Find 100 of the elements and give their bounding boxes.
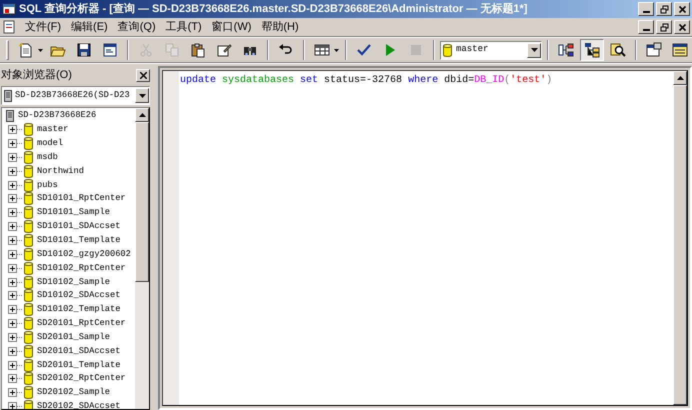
expand-toggle[interactable] <box>8 152 17 162</box>
tree-item[interactable]: SD10101_Template <box>37 234 120 248</box>
close-icon <box>678 22 686 32</box>
database-icon <box>24 317 33 330</box>
database-icon <box>24 137 33 150</box>
database-icon <box>24 289 33 302</box>
database-icon <box>24 220 33 234</box>
expand-toggle[interactable] <box>8 305 17 314</box>
menu-item[interactable]: 帮助(H) <box>256 18 304 36</box>
tree-item[interactable]: SD10101_SDAccset <box>37 220 120 234</box>
database-dropdown[interactable]: master <box>440 40 542 60</box>
server-icon <box>4 90 12 102</box>
database-icon <box>24 123 33 136</box>
tree-item[interactable]: model <box>37 137 64 150</box>
expand-toggle[interactable] <box>8 208 17 218</box>
menu-item[interactable]: 编辑(E) <box>66 18 113 36</box>
grid-icon <box>314 42 330 58</box>
minimize-button[interactable] <box>638 20 654 34</box>
expand-toggle[interactable] <box>8 236 17 246</box>
tree-item[interactable]: msdb <box>37 150 58 164</box>
restore-button[interactable] <box>656 20 672 34</box>
minimize-icon <box>642 11 650 13</box>
tree-item[interactable]: SD20101_Sample <box>37 330 110 344</box>
tree-item[interactable]: SD10101_RptCenter <box>37 192 126 206</box>
new-document-icon <box>18 42 34 58</box>
database-icon <box>24 372 33 386</box>
expand-toggle[interactable] <box>8 346 17 356</box>
tree-item[interactable]: SD20101_SDAccset <box>37 344 120 358</box>
tree-item[interactable]: SD-D23B73668E26 <box>18 109 96 122</box>
database-icon <box>24 344 33 358</box>
tree-item[interactable]: SD20102_SDAccset <box>37 400 120 409</box>
expand-toggle[interactable] <box>8 388 17 398</box>
database-icon <box>24 164 33 178</box>
expand-toggle[interactable] <box>8 319 17 328</box>
window-title: SQL 查询分析器 - [查询 — SD-D23B73668E26.master.SD-D23B73668E26\Administrator — 无标题1*] <box>19 2 528 17</box>
tree-item[interactable]: SD10102_RptCenter <box>37 262 126 275</box>
close-button[interactable] <box>674 20 690 34</box>
server-combo[interactable]: SD-D23B73668E26(SD-D23 <box>1 86 150 105</box>
expand-toggle[interactable] <box>8 360 17 370</box>
expand-toggle[interactable] <box>8 264 17 273</box>
database-icon <box>24 206 33 220</box>
tree-item[interactable]: SD10102_gzgy200602 <box>37 248 131 261</box>
copy-icon <box>164 42 180 58</box>
database-icon <box>24 192 33 206</box>
database-icon <box>24 276 33 289</box>
menu-item[interactable]: 查询(Q) <box>112 18 161 36</box>
tree-icon <box>584 42 600 58</box>
expand-toggle[interactable] <box>8 402 17 409</box>
tree-item[interactable]: SD10101_Sample <box>37 206 110 220</box>
minimize-button[interactable] <box>638 2 654 16</box>
expand-toggle[interactable] <box>8 166 17 176</box>
expand-toggle[interactable] <box>8 250 17 259</box>
expand-toggle[interactable] <box>8 125 17 134</box>
clipboard-icon <box>190 42 206 58</box>
tree-item[interactable]: SD20101_Template <box>37 358 120 372</box>
scrollbar[interactable] <box>135 108 149 409</box>
tree-item[interactable]: pubs <box>37 178 58 192</box>
diagram-icon <box>558 42 574 58</box>
tree-item[interactable]: SD20102_RptCenter <box>37 372 126 386</box>
expand-toggle[interactable] <box>8 180 17 190</box>
expand-toggle[interactable] <box>8 222 17 232</box>
tree-item[interactable]: SD10102_Template <box>37 303 120 316</box>
expand-toggle[interactable] <box>8 139 17 148</box>
menu-item[interactable]: 文件(F) <box>20 18 66 36</box>
database-icon <box>24 248 33 261</box>
restore-button[interactable] <box>656 2 672 16</box>
caret-icon <box>334 48 339 52</box>
database-icon <box>24 150 33 164</box>
close-icon <box>678 4 686 14</box>
caret-icon <box>38 48 43 52</box>
expand-toggle[interactable] <box>8 332 17 342</box>
tree-button[interactable] <box>580 39 604 61</box>
tree-item[interactable]: SD10102_SDAccset <box>37 289 120 302</box>
menu-item[interactable]: 窗口(W) <box>206 18 256 36</box>
document-icon <box>2 20 16 34</box>
database-icon <box>24 234 33 248</box>
database-icon <box>24 303 33 316</box>
window-icon <box>102 42 118 58</box>
close-icon <box>140 72 146 78</box>
expand-toggle[interactable] <box>8 278 17 287</box>
tree-item[interactable]: master <box>37 123 68 136</box>
expand-toggle[interactable] <box>8 291 17 300</box>
tree-item[interactable]: SD20101_RptCenter <box>37 317 126 330</box>
panel-title: 对象浏览器(O) <box>1 68 72 83</box>
dropdown-arrow-icon <box>138 94 146 98</box>
tree-item[interactable]: SD10102_Sample <box>37 276 110 289</box>
dropdown-arrow-icon <box>530 48 538 52</box>
minimize-icon <box>642 29 650 31</box>
database-icon <box>24 178 33 192</box>
expand-toggle[interactable] <box>8 374 17 384</box>
expand-toggle[interactable] <box>8 194 17 204</box>
code-line: update sysdatabases set status=-32768 where dbid=DB_ID('test') <box>180 74 554 87</box>
menu-item[interactable]: 工具(T) <box>160 18 207 36</box>
tree-item[interactable]: SD20102_Sample <box>37 386 110 400</box>
close-button[interactable] <box>136 68 150 82</box>
tree-item[interactable]: Northwind <box>37 164 84 178</box>
scrollbar-thumb[interactable] <box>135 122 149 282</box>
magnifier-icon <box>610 42 626 58</box>
close-button[interactable] <box>674 2 690 16</box>
scissors-icon <box>138 42 154 58</box>
